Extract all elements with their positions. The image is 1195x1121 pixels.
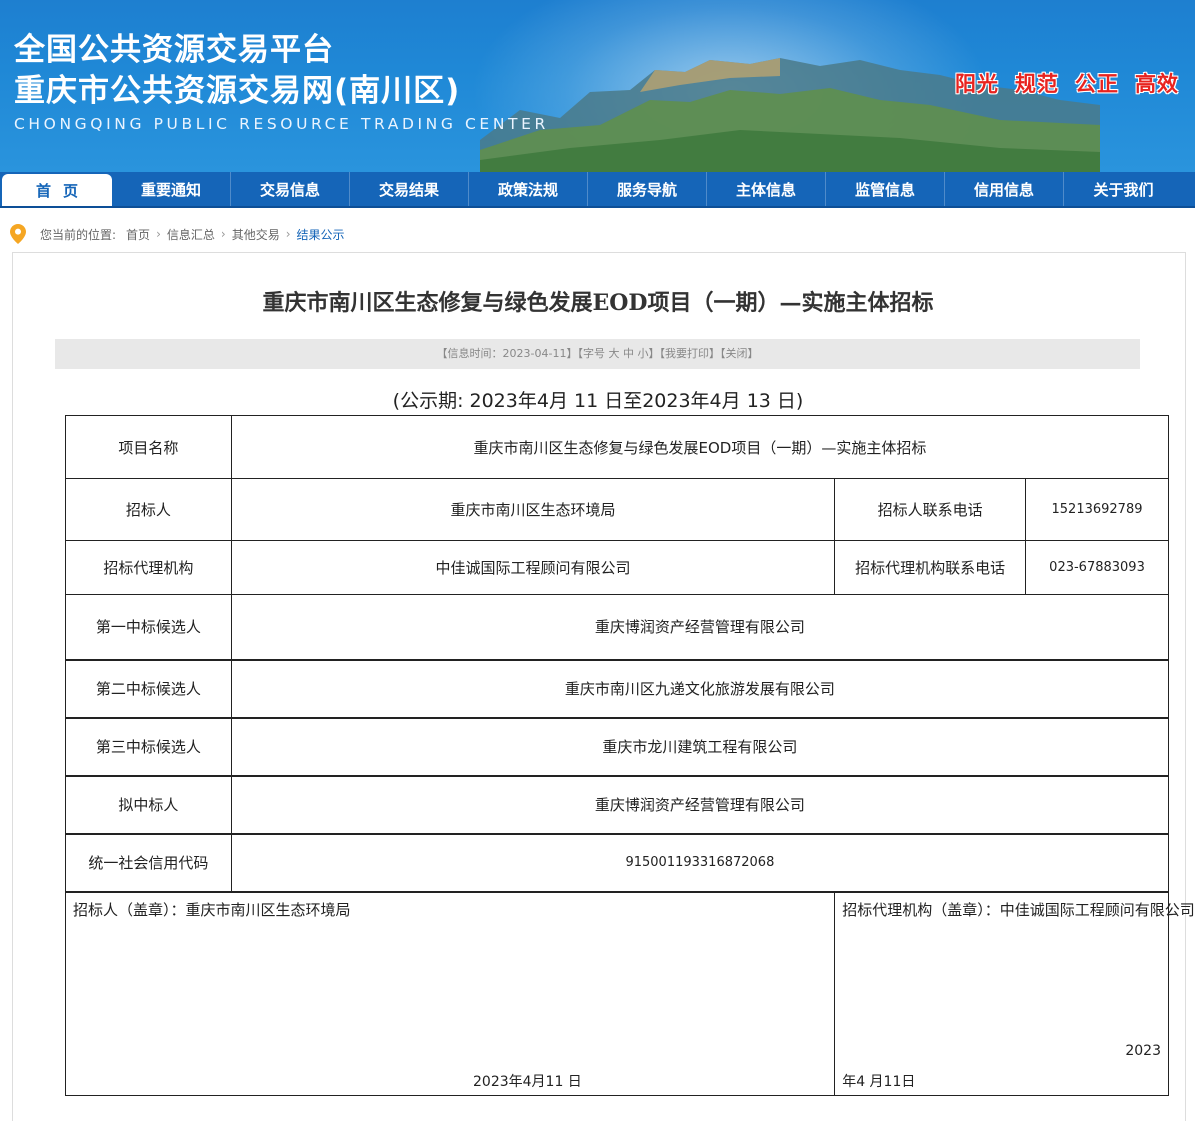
tenderer-seal-cell: 招标人（盖章）：重庆市南川区生态环境局 2023年4月11 日 (64, 890, 836, 1096)
tenderer-label: 招标人 (65, 478, 232, 541)
agency-seal-cell: 招标代理机构（盖章）：中佳诚国际工程顾问有限公司 2023 年4 月11日 (834, 890, 1195, 1096)
info-time: 【信息时间：2023-04-11】 (436, 347, 578, 360)
agency-seal-date: 年4 月11日 (842, 1073, 916, 1090)
article-title: 重庆市南川区生态修复与绿色发展EOD项目（一期）—实施主体招标 (262, 290, 934, 316)
mountain-banner-image (480, 58, 1100, 172)
table-row: 拟中标人 重庆博润资产经营管理有限公司 (65, 774, 1170, 834)
font-size-prefix: 【字号 (577, 347, 609, 360)
tenderer-seal-date: 2023年4月11 日 (473, 1073, 582, 1090)
table-row: 第一中标候选人 重庆博润资产经营管理有限公司 (65, 594, 1170, 660)
site-title-line2: 重庆市公共资源交易网(南川区) (14, 73, 461, 109)
nav-item-supervision[interactable]: 监管信息 (826, 172, 945, 206)
font-size-medium-button[interactable]: 中 (623, 347, 634, 360)
agency-seal-year: 2023 (1125, 1042, 1161, 1059)
candidate3-label: 第三中标候选人 (65, 716, 232, 776)
site-title-en: CHONGQING PUBLIC RESOURCE TRADING CENTER (14, 115, 549, 133)
slogan-item: 高效 (1135, 72, 1179, 96)
publicity-period: (公示期: 2023年4月 11 日至2023年4月 13 日) (392, 390, 804, 412)
nav-item-policies[interactable]: 政策法规 (469, 172, 588, 206)
chevron-right-icon: › (285, 227, 291, 241)
article-meta-bar: 【信息时间：2023-04-11】【字号 大 中 小】【我要打印】【关闭】 (55, 339, 1140, 369)
slogan-item: 阳光 (955, 72, 999, 96)
credit-code-label: 统一社会信用代码 (65, 832, 232, 892)
slogan-item: 规范 (1015, 72, 1059, 96)
table-row: 招标人（盖章）：重庆市南川区生态环境局 2023年4月11 日 招标代理机构（盖… (64, 890, 1195, 1096)
site-title: 全国公共资源交易平台 重庆市公共资源交易网(南川区) CHONGQING PUB… (14, 30, 549, 134)
agency-phone-label: 招标代理机构联系电话 (834, 540, 1027, 595)
candidate2-value: 重庆市南川区九递文化旅游发展有限公司 (230, 658, 1170, 718)
site-header: 全国公共资源交易平台 重庆市公共资源交易网(南川区) CHONGQING PUB… (0, 0, 1195, 172)
nav-item-home[interactable]: 首页 (2, 174, 112, 206)
table-row: 第二中标候选人 重庆市南川区九递文化旅游发展有限公司 (65, 658, 1170, 718)
candidate2-label: 第二中标候选人 (65, 658, 232, 718)
breadcrumb-info-summary[interactable]: 信息汇总 (167, 226, 215, 243)
table-row: 第三中标候选人 重庆市龙川建筑工程有限公司 (65, 716, 1170, 776)
tenderer-seal-label: 招标人（盖章）：重庆市南川区生态环境局 (73, 900, 351, 919)
project-name-label: 项目名称 (65, 415, 232, 479)
breadcrumb-other-trades[interactable]: 其他交易 (232, 226, 280, 243)
chevron-right-icon: › (156, 227, 161, 241)
nav-item-services[interactable]: 服务导航 (588, 172, 707, 206)
nav-item-trade-results[interactable]: 交易结果 (350, 172, 469, 206)
location-pin-icon (10, 224, 26, 244)
winner-label: 拟中标人 (65, 774, 232, 834)
candidate3-value: 重庆市龙川建筑工程有限公司 (230, 716, 1170, 776)
print-button[interactable]: 【我要打印】 (659, 347, 720, 360)
nav-item-credit[interactable]: 信用信息 (945, 172, 1064, 206)
slogan-item: 公正 (1075, 72, 1119, 96)
nav-item-notices[interactable]: 重要通知 (112, 172, 231, 206)
article-container: 重庆市南川区生态修复与绿色发展EOD项目（一期）—实施主体招标 【信息时间：20… (12, 252, 1195, 1121)
breadcrumb-home[interactable]: 首页 (126, 226, 150, 243)
tenderer-value: 重庆市南川区生态环境局 (230, 478, 836, 541)
project-name-value: 重庆市南川区生态修复与绿色发展EOD项目（一期）—实施主体招标 (230, 415, 1170, 479)
agency-phone-value: 023-67883093 (1025, 540, 1169, 595)
table-row: 招标人 重庆市南川区生态环境局 招标人联系电话 15213692789 (65, 478, 1169, 541)
tenderer-phone-label: 招标人联系电话 (834, 478, 1027, 541)
candidate1-value: 重庆博润资产经营管理有限公司 (230, 594, 1170, 660)
nav-item-about[interactable]: 关于我们 (1064, 172, 1183, 206)
font-size-suffix: 】 (648, 347, 660, 360)
main-nav: 首页 重要通知 交易信息 交易结果 政策法规 服务导航 主体信息 监管信息 信用… (0, 172, 1195, 208)
chevron-right-icon: › (220, 227, 226, 241)
table-row: 项目名称 重庆市南川区生态修复与绿色发展EOD项目（一期）—实施主体招标 (65, 415, 1170, 479)
agency-seal-label: 招标代理机构（盖章）：中佳诚国际工程顾问有限公司 (842, 900, 1195, 919)
candidate1-label: 第一中标候选人 (65, 594, 232, 660)
table-row: 统一社会信用代码 915001193316872068 (65, 832, 1170, 892)
result-table: 项目名称 重庆市南川区生态修复与绿色发展EOD项目（一期）—实施主体招标 招标人… (64, 415, 1195, 1096)
table-row: 招标代理机构 中佳诚国际工程顾问有限公司 招标代理机构联系电话 023-6788… (65, 540, 1169, 595)
breadcrumb-result-notice[interactable]: 结果公示 (297, 226, 345, 243)
slogan: 阳光 规范 公正 高效 (955, 68, 1179, 98)
agency-value: 中佳诚国际工程顾问有限公司 (230, 540, 836, 595)
font-size-large-button[interactable]: 大 (608, 347, 619, 360)
font-size-small-button[interactable]: 小 (637, 347, 648, 360)
credit-code-value: 915001193316872068 (230, 832, 1170, 892)
nav-item-entities[interactable]: 主体信息 (707, 172, 826, 206)
tenderer-phone-value: 15213692789 (1025, 478, 1169, 541)
site-title-line1: 全国公共资源交易平台 (14, 32, 334, 68)
breadcrumb-prefix: 您当前的位置: (40, 227, 117, 242)
winner-value: 重庆博润资产经营管理有限公司 (230, 774, 1170, 834)
breadcrumb: 您当前的位置: 首页 › 信息汇总 › 其他交易 › 结果公示 (10, 222, 345, 246)
nav-item-trade-info[interactable]: 交易信息 (231, 172, 350, 206)
close-button[interactable]: 【关闭】 (720, 347, 759, 360)
agency-label: 招标代理机构 (65, 540, 232, 595)
